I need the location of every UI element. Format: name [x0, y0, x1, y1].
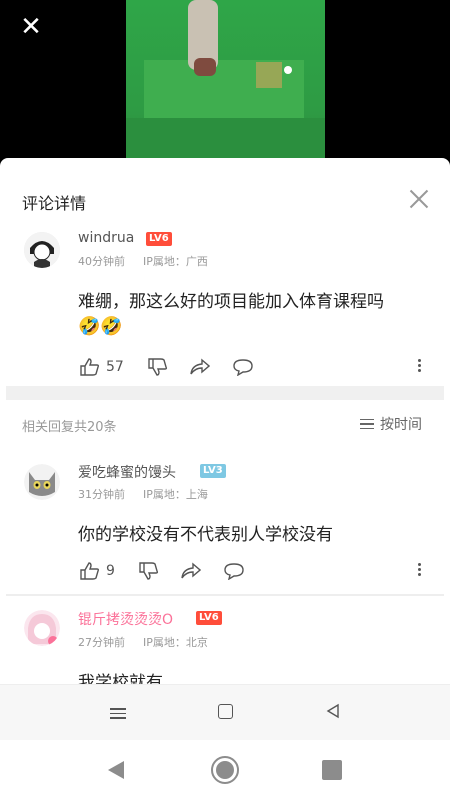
- video-frame[interactable]: [126, 0, 325, 158]
- comment-ip: IP属地：广西: [143, 255, 208, 268]
- comment-username[interactable]: windrua: [78, 230, 134, 246]
- level-badge: LV6: [196, 611, 222, 625]
- level-badge: LV6: [146, 232, 172, 246]
- reply-time: 31分钟前: [78, 488, 125, 501]
- share-icon: [181, 562, 201, 579]
- reply-divider: [6, 594, 444, 596]
- menu-icon[interactable]: [110, 705, 126, 722]
- close-icon: ✕: [20, 12, 42, 42]
- sort-icon: [360, 416, 374, 433]
- reply-time: 27分钟前: [78, 636, 125, 649]
- comment-text: 难绷，那这么好的项目能加入体育课程吗: [78, 292, 384, 312]
- video-mat-lower: [126, 118, 325, 158]
- comment-bubble-icon: [224, 563, 244, 580]
- reply-username[interactable]: 锟斤拷烫烫烫O: [78, 609, 173, 629]
- reply-text: 你的学校没有不代表别人学校没有: [78, 525, 333, 545]
- comment-emoji: 🤣🤣: [78, 316, 123, 337]
- avatar[interactable]: [24, 610, 60, 646]
- share-button[interactable]: [190, 358, 210, 376]
- reply-button[interactable]: [223, 562, 245, 580]
- close-video-button[interactable]: ✕: [18, 14, 44, 40]
- reply-actions: 9: [80, 561, 245, 581]
- home-icon[interactable]: [210, 755, 240, 785]
- reply-button[interactable]: [232, 358, 254, 376]
- like-button[interactable]: 9: [80, 562, 115, 580]
- reply-ip: IP属地：北京: [143, 636, 208, 649]
- reply-count-label: 相关回复共20条: [22, 420, 117, 435]
- video-shoe: [194, 58, 216, 76]
- avatar[interactable]: [24, 232, 60, 268]
- recents-icon[interactable]: [322, 760, 342, 780]
- home-square-icon[interactable]: [218, 704, 233, 719]
- app-nav-bar: [0, 684, 450, 740]
- thumbs-up-icon: [80, 358, 100, 376]
- comment-time: 40分钟前: [78, 255, 125, 268]
- video-tee: [256, 62, 282, 88]
- share-icon: [190, 358, 210, 375]
- dislike-button[interactable]: [148, 358, 168, 376]
- golf-ball: [284, 66, 292, 74]
- comment-actions: 57: [80, 357, 254, 377]
- like-button[interactable]: 57: [80, 358, 124, 376]
- share-button[interactable]: [181, 562, 201, 580]
- like-count: 57: [106, 359, 124, 375]
- level-badge: LV3: [200, 464, 226, 478]
- thumbs-down-icon: [148, 358, 167, 376]
- back-triangle-icon[interactable]: [326, 703, 340, 719]
- section-divider: [6, 386, 444, 400]
- comment-detail-sheet: 评论详情 windrua LV6 40分钟前 IP属地：广西 难绷，那这么好的项…: [0, 158, 450, 740]
- dislike-button[interactable]: [139, 562, 159, 580]
- close-sheet-button[interactable]: [406, 186, 432, 212]
- sheet-title: 评论详情: [22, 194, 87, 213]
- sort-label: 按时间: [380, 417, 422, 433]
- avatar[interactable]: [24, 464, 60, 500]
- sort-by-time-button[interactable]: 按时间: [360, 414, 422, 434]
- thumbs-down-icon: [139, 562, 158, 580]
- reply-ip: IP属地：上海: [143, 488, 208, 501]
- video-area[interactable]: ✕: [0, 0, 450, 158]
- more-options-button[interactable]: [418, 561, 422, 579]
- more-options-button[interactable]: [418, 357, 422, 375]
- like-count: 9: [106, 563, 115, 579]
- system-nav-bar: [0, 740, 450, 800]
- thumbs-up-icon: [80, 562, 100, 580]
- comment-bubble-icon: [233, 359, 253, 376]
- reply-username[interactable]: 爱吃蜂蜜的馒头: [78, 462, 176, 482]
- back-icon[interactable]: [106, 759, 126, 781]
